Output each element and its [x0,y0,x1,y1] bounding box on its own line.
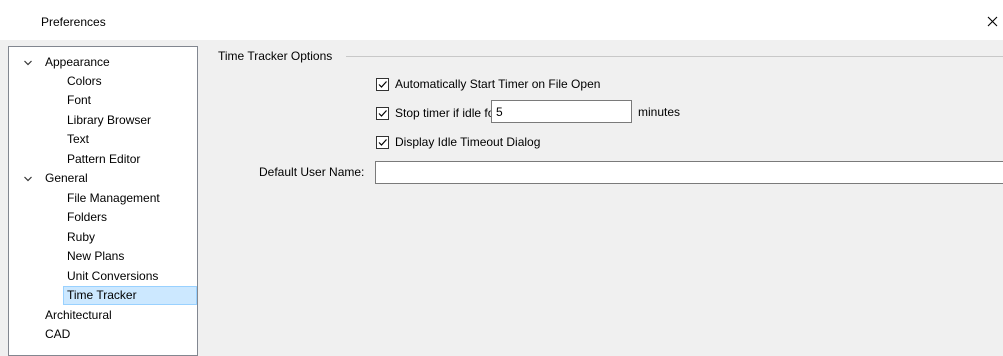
group-divider [346,56,1003,57]
tree-item-text[interactable]: Text [9,130,197,149]
tree-item-label: CAD [45,327,71,341]
tree-item-appearance[interactable]: Appearance [9,53,197,72]
tree-item-unit-conversions[interactable]: Unit Conversions [9,267,197,286]
tree-item-folders[interactable]: Folders [9,208,197,227]
minutes-label: minutes [638,105,681,119]
default-user-name-input[interactable] [375,161,1003,184]
preferences-tree[interactable]: Appearance Colors Font Library Browser T… [8,46,198,356]
tree-item-general[interactable]: General [9,169,197,188]
tree-item-label: Text [67,132,90,146]
tree-item-label: Folders [67,210,108,224]
stop-idle-checkbox-row[interactable]: Stop timer if idle for [376,104,498,123]
chevron-down-icon[interactable] [23,58,33,68]
tree-item-library-browser[interactable]: Library Browser [9,111,197,130]
tree-item-new-plans[interactable]: New Plans [9,247,197,266]
tree-item-label: Colors [67,74,102,88]
auto-start-checkbox-row[interactable]: Automatically Start Timer on File Open [376,75,600,94]
tree-item-ruby[interactable]: Ruby [9,228,197,247]
stop-idle-label[interactable]: Stop timer if idle for [395,104,498,123]
tree-item-time-tracker[interactable]: Time Tracker [63,286,197,305]
tree-item-label: Unit Conversions [67,269,159,283]
tree-item-label: Time Tracker [67,288,137,302]
tree-item-label: Architectural [45,308,112,322]
idle-minutes-input[interactable] [491,100,632,123]
tree-item-label: General [45,171,88,185]
tree-item-font[interactable]: Font [9,91,197,110]
checkmark-icon [378,139,387,146]
auto-start-checkbox[interactable] [376,78,389,91]
stop-idle-checkbox[interactable] [376,107,389,120]
tree-item-pattern-editor[interactable]: Pattern Editor [9,150,197,169]
window-title: Preferences [41,15,106,29]
tree-item-label: Font [67,93,92,107]
tree-item-cad[interactable]: CAD [9,325,197,344]
group-title: Time Tracker Options [218,49,333,63]
idle-dialog-checkbox-row[interactable]: Display Idle Timeout Dialog [376,133,540,152]
checkmark-icon [378,110,387,117]
tree-item-label: New Plans [67,249,125,263]
tree-item-architectural[interactable]: Architectural [9,306,197,325]
chevron-down-icon[interactable] [23,174,33,184]
tree-item-label: Library Browser [67,113,152,127]
checkmark-icon [378,81,387,88]
auto-start-label[interactable]: Automatically Start Timer on File Open [395,75,600,94]
tree-item-label: File Management [67,191,160,205]
tree-item-label: Appearance [45,55,110,69]
tree-item-label: Pattern Editor [67,152,141,166]
close-icon [987,16,997,26]
tree-item-colors[interactable]: Colors [9,72,197,91]
tree-item-file-management[interactable]: File Management [9,189,197,208]
close-button[interactable] [981,8,1003,34]
idle-dialog-checkbox[interactable] [376,136,389,149]
title-bar: Preferences [0,0,1003,40]
default-user-name-label: Default User Name: [259,165,365,179]
tree-item-label: Ruby [67,230,96,244]
idle-dialog-label[interactable]: Display Idle Timeout Dialog [395,133,540,152]
